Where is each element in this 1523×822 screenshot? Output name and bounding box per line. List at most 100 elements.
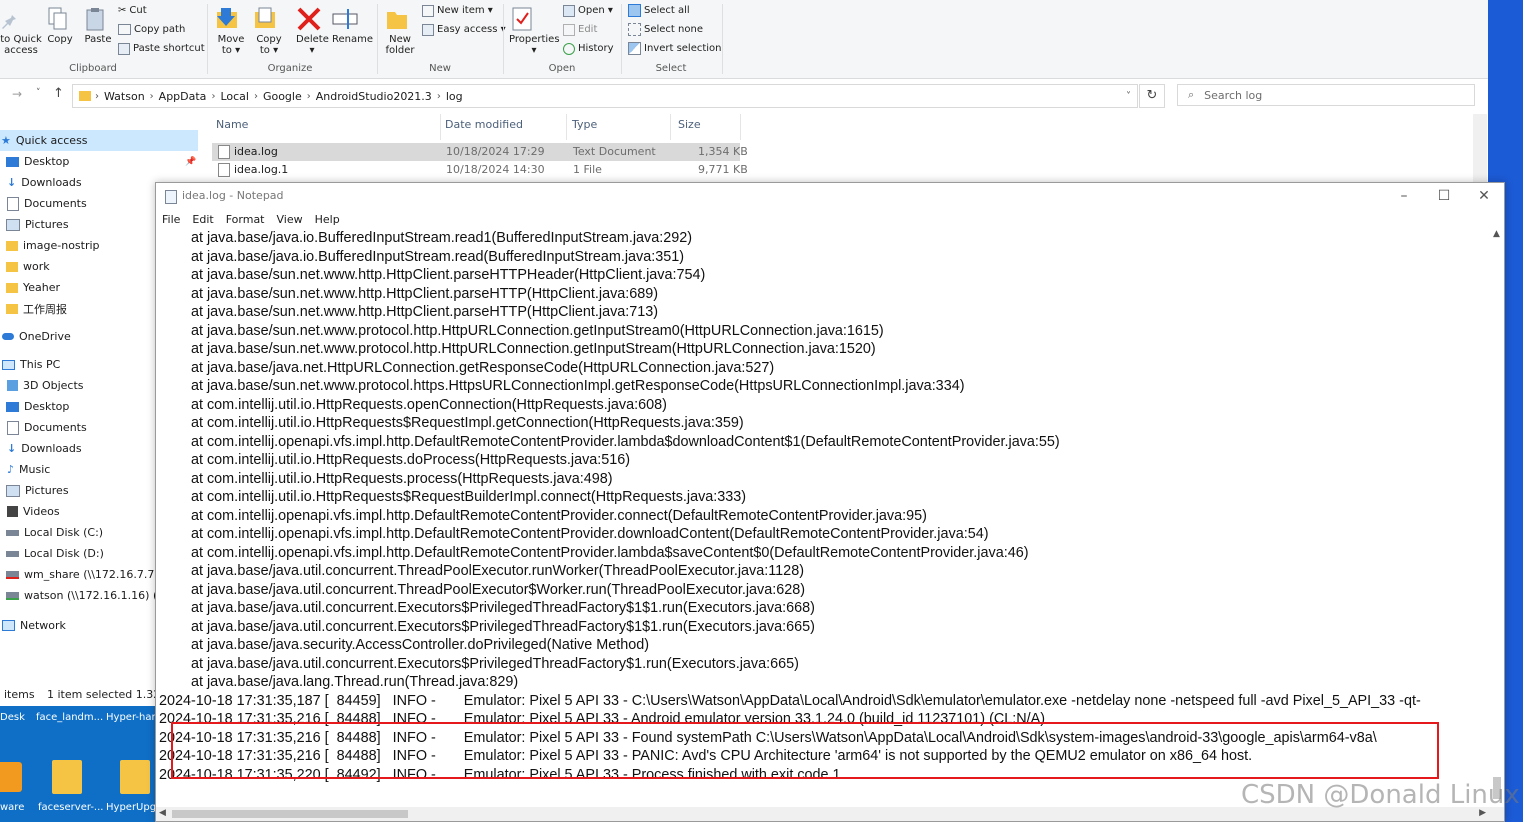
select-all-icon xyxy=(628,4,641,17)
file-row[interactable]: idea.log.1 10/18/2024 14:30 1 File 9,771… xyxy=(212,161,748,179)
divider xyxy=(440,114,441,140)
paste-shortcut-icon xyxy=(118,42,130,55)
scroll-left-icon[interactable]: ◀ xyxy=(159,808,166,818)
edit-button[interactable]: Edit xyxy=(563,20,597,39)
back-arrow-icon[interactable]: → xyxy=(12,87,22,101)
download-arrow-icon: ↓ xyxy=(7,176,17,189)
desktop-icon-label[interactable]: Desk xyxy=(0,712,25,723)
history-icon xyxy=(563,42,575,55)
scroll-up-icon[interactable]: ▲ xyxy=(1493,229,1500,239)
error-highlight-box xyxy=(171,722,1439,779)
menu-format[interactable]: Format xyxy=(220,211,271,231)
folder-icon[interactable] xyxy=(52,760,82,794)
refresh-icon: ↻ xyxy=(1146,88,1158,103)
column-date-modified[interactable]: Date modified xyxy=(445,118,523,131)
select-all-button[interactable]: Select all xyxy=(628,1,690,20)
breadcrumb-appdata[interactable]: AppData xyxy=(154,90,212,103)
select-none-icon xyxy=(628,23,641,36)
address-bar[interactable]: › Watson › AppData › Local › Google › Androi… xyxy=(72,84,1138,108)
minimize-button[interactable]: – xyxy=(1384,183,1424,209)
notepad-menubar: File Edit Format View Help xyxy=(156,211,1504,231)
film-icon xyxy=(7,506,18,517)
menu-file[interactable]: File xyxy=(156,211,186,231)
breadcrumb-watson[interactable]: Watson xyxy=(99,90,150,103)
log-line: at java.base/java.io.BufferedInputStream… xyxy=(159,248,685,265)
desktop-icon-label[interactable]: Hyper-han xyxy=(106,712,158,723)
desktop-icon-label[interactable]: ware xyxy=(0,802,24,813)
scroll-thumb[interactable] xyxy=(172,810,408,818)
notepad-text-area[interactable]: at java.base/java.io.BufferedInputStream… xyxy=(159,229,1489,807)
column-size[interactable]: Size xyxy=(678,118,701,131)
cube-icon xyxy=(7,380,18,391)
move-to-button[interactable]: Move to ▾ xyxy=(215,6,247,56)
pictures-icon xyxy=(6,484,20,497)
menu-view[interactable]: View xyxy=(271,211,309,231)
refresh-button[interactable]: ↻ xyxy=(1139,84,1165,108)
close-button[interactable]: ✕ xyxy=(1464,183,1504,209)
folder-icon[interactable] xyxy=(120,760,150,794)
breadcrumb-log[interactable]: log xyxy=(441,90,468,103)
select-none-button[interactable]: Select none xyxy=(628,20,703,39)
menu-edit[interactable]: Edit xyxy=(186,211,219,231)
maximize-icon: ☐ xyxy=(1437,188,1451,204)
file-list-scrollbar[interactable] xyxy=(1473,114,1487,184)
status-items-count: items xyxy=(4,688,35,701)
delete-button[interactable]: Delete ▾ xyxy=(296,6,329,56)
copy-to-icon xyxy=(253,6,285,32)
chevron-down-icon[interactable]: ˅ xyxy=(36,88,41,98)
rename-button[interactable]: Rename xyxy=(332,6,373,45)
notepad-vertical-scrollbar[interactable]: ▲ xyxy=(1490,229,1504,807)
breadcrumb-google[interactable]: Google xyxy=(258,90,307,103)
file-row[interactable]: idea.log 10/18/2024 17:29 Text Document … xyxy=(212,143,748,161)
breadcrumb-androidstudio[interactable]: AndroidStudio2021.3 xyxy=(311,90,437,103)
pin-to-quick-access-button[interactable]: to Quick access xyxy=(0,8,42,56)
nav-item-desktop[interactable]: Desktop 📌 xyxy=(0,151,198,172)
copy-to-button[interactable]: Copy to ▾ xyxy=(253,6,285,56)
network-drive-disconnected-icon xyxy=(6,570,19,579)
new-folder-icon xyxy=(384,6,416,32)
new-item-button[interactable]: New item ▾ xyxy=(422,1,493,20)
log-line: at com.intellij.openapi.vfs.impl.http.De… xyxy=(159,526,989,542)
paste-button[interactable]: Paste xyxy=(84,6,112,45)
log-line: at java.base/java.security.AccessControl… xyxy=(159,637,650,653)
ribbon: to Quick access Copy Paste ✂ Cut Copy pat… xyxy=(0,0,1488,79)
paste-shortcut-button[interactable]: Paste shortcut xyxy=(118,39,205,58)
column-type[interactable]: Type xyxy=(572,118,597,131)
new-group-label: New xyxy=(429,63,451,74)
drive-icon xyxy=(6,550,19,557)
log-line: at com.intellij.util.io.HttpRequests$Req… xyxy=(159,415,744,431)
copy-button[interactable]: Copy xyxy=(46,6,74,45)
nav-quick-access[interactable]: ★ Quick access xyxy=(0,130,198,151)
log-line: at java.base/sun.net.www.http.HttpClient… xyxy=(159,285,659,302)
app-shortcut-icon[interactable] xyxy=(0,762,22,792)
notepad-icon xyxy=(165,190,177,204)
easy-access-button[interactable]: Easy access ▾ xyxy=(422,20,506,39)
log-line: at java.base/java.lang.Thread.run(Thread… xyxy=(159,674,519,690)
history-button[interactable]: History xyxy=(563,39,614,58)
search-placeholder: Search log xyxy=(1204,88,1263,102)
divider xyxy=(722,4,723,74)
column-name[interactable]: Name xyxy=(216,118,248,131)
address-dropdown-icon[interactable]: ˅ xyxy=(1126,91,1131,102)
log-line: at java.base/java.io.BufferedInputStream… xyxy=(159,230,693,246)
open-button[interactable]: Open ▾ xyxy=(563,1,613,20)
properties-button[interactable]: Properties ▾ xyxy=(509,6,560,56)
desktop-icon-label[interactable]: faceserver-... xyxy=(38,802,103,813)
desktop-icon-label[interactable]: face_landm... xyxy=(36,712,103,723)
maximize-button[interactable]: ☐ xyxy=(1424,183,1464,209)
log-line: at java.base/java.util.concurrent.Thread… xyxy=(159,563,804,579)
new-folder-button[interactable]: New folder xyxy=(384,6,416,56)
search-box[interactable]: ⌕ Search log xyxy=(1177,84,1475,106)
documents-icon xyxy=(7,196,19,211)
menu-help[interactable]: Help xyxy=(309,211,346,231)
log-line: at java.base/sun.net.www.http.HttpClient… xyxy=(159,304,659,320)
breadcrumb-local[interactable]: Local xyxy=(215,90,254,103)
desktop-icon-label[interactable]: HyperUpg xyxy=(106,802,156,813)
invert-selection-button[interactable]: Invert selection xyxy=(628,39,722,58)
cut-button[interactable]: ✂ Cut xyxy=(118,1,147,20)
copy-path-button[interactable]: Copy path xyxy=(118,20,185,39)
log-line: at java.base/java.util.concurrent.Execut… xyxy=(159,655,799,672)
notepad-titlebar[interactable]: idea.log - Notepad – ☐ ✕ xyxy=(156,183,1504,211)
up-arrow-icon[interactable]: ↑ xyxy=(53,86,64,101)
cloud-icon xyxy=(2,333,14,340)
